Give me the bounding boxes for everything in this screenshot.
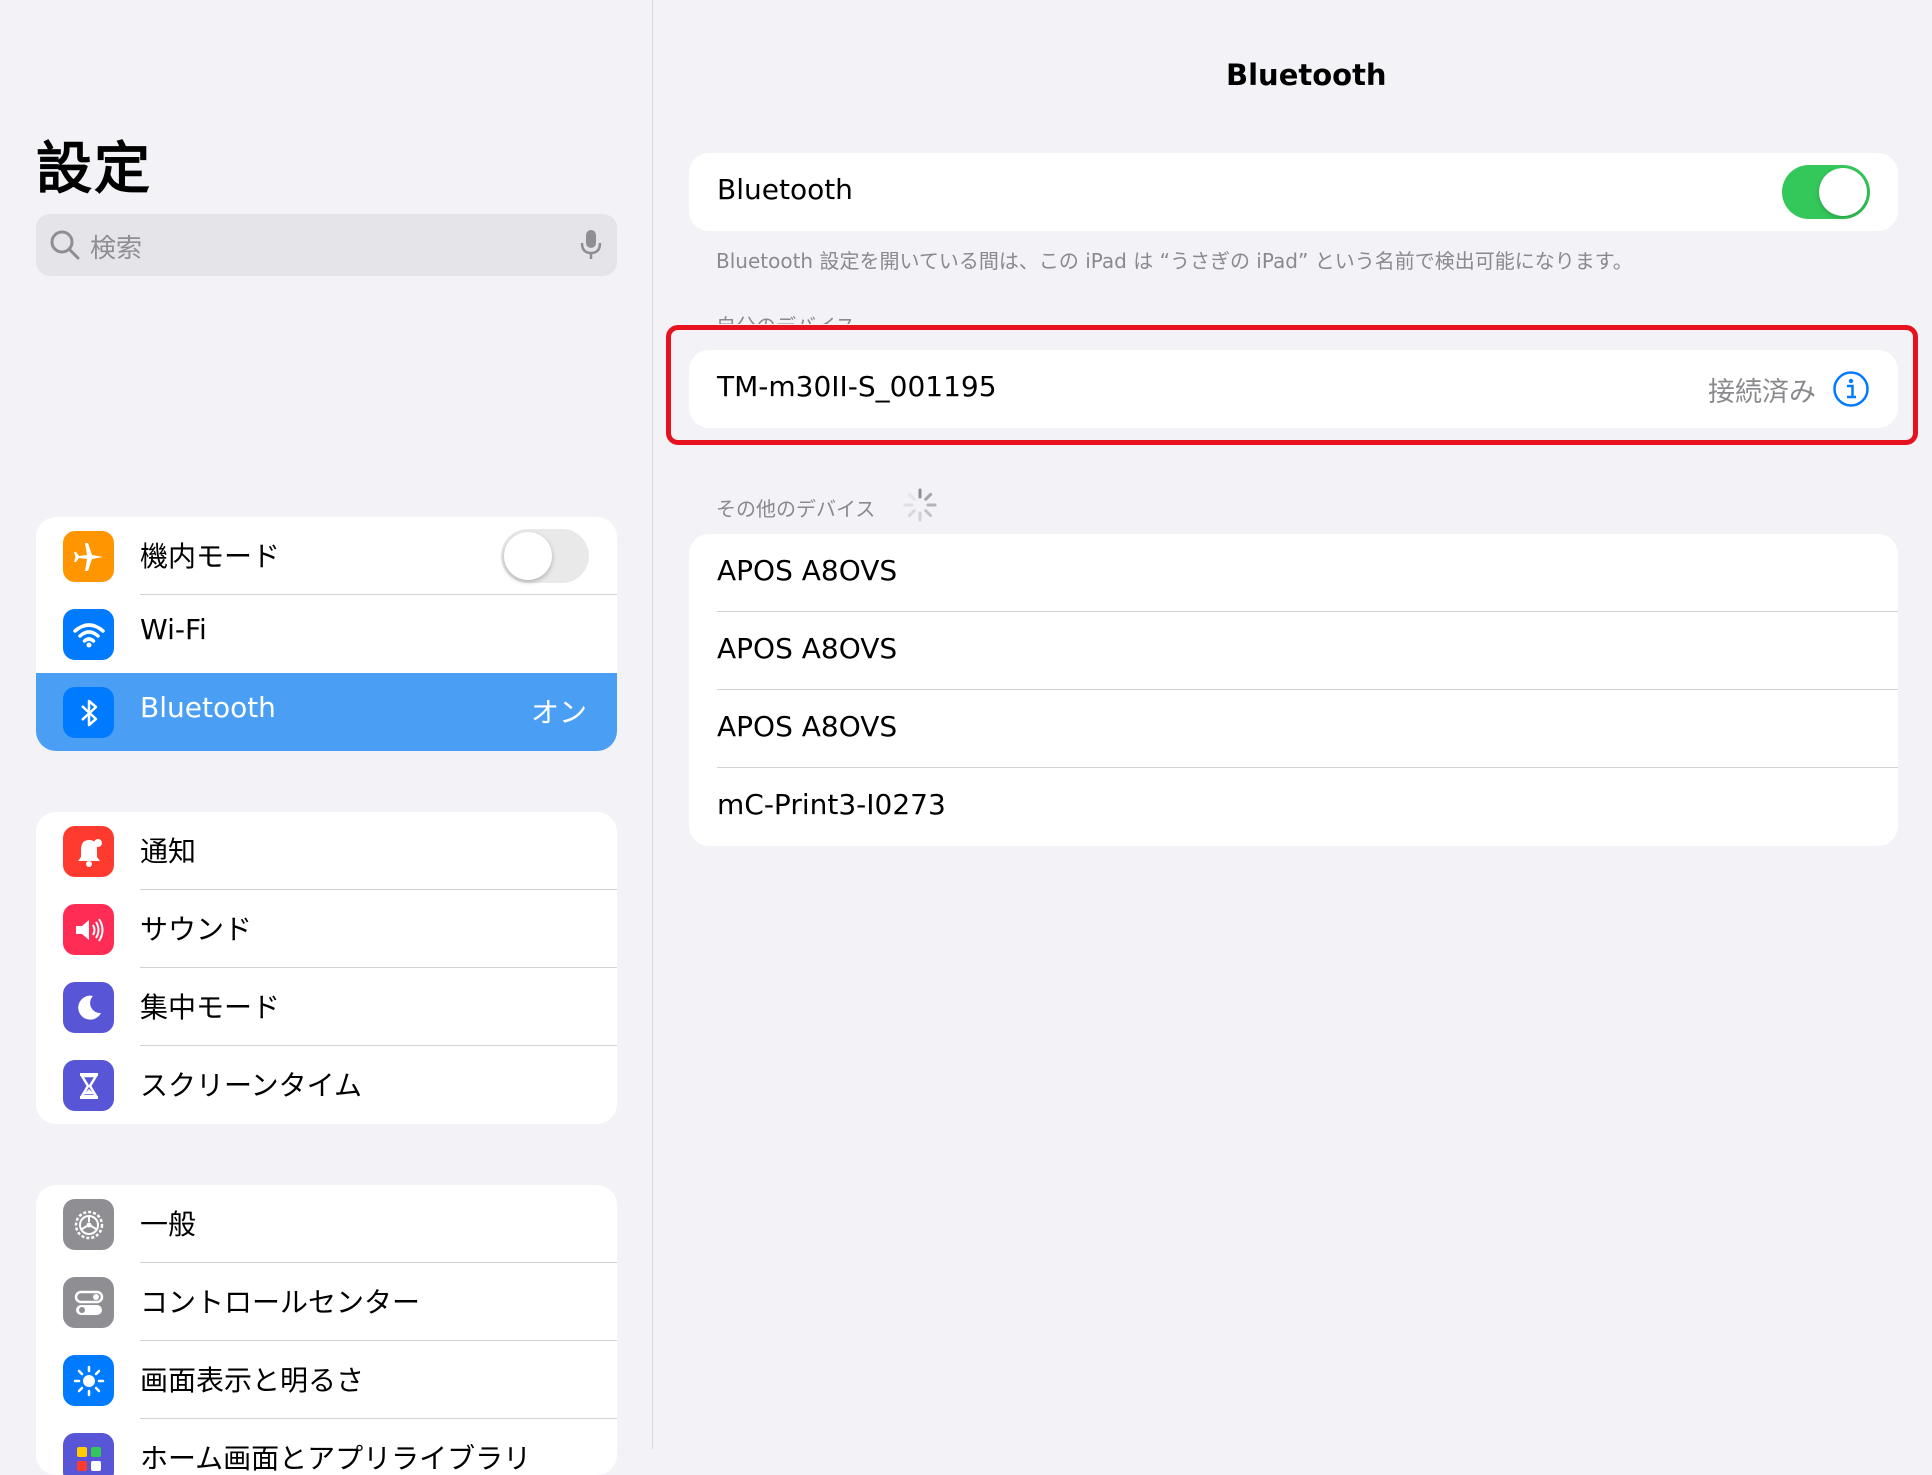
toggles-icon bbox=[63, 1277, 114, 1328]
sun-icon bbox=[63, 1355, 114, 1406]
search-placeholder: 検索 bbox=[90, 234, 143, 264]
other-devices-header: その他のデバイス bbox=[716, 497, 876, 521]
device-name: APOS A8OVS bbox=[717, 710, 898, 743]
sidebar-item-general[interactable]: 一般 bbox=[36, 1185, 617, 1263]
wifi-icon bbox=[63, 609, 114, 660]
sidebar-item-display[interactable]: 画面表示と明るさ bbox=[36, 1341, 617, 1419]
apps-grid-icon bbox=[63, 1433, 114, 1475]
microphone-icon[interactable] bbox=[579, 228, 603, 266]
bluetooth-icon bbox=[63, 687, 114, 738]
sidebar-item-airplane-mode[interactable]: 機内モード bbox=[36, 517, 617, 595]
sidebar-item-label: スクリーンタイム bbox=[140, 1069, 363, 1102]
other-devices-card: APOS A8OVS APOS A8OVS APOS A8OVS mC-Prin… bbox=[689, 534, 1898, 846]
bluetooth-toggle[interactable] bbox=[1782, 165, 1870, 219]
sidebar-item-focus[interactable]: 集中モード bbox=[36, 968, 617, 1046]
sidebar-item-label: 通知 bbox=[140, 835, 197, 868]
device-row[interactable]: APOS A8OVS bbox=[689, 690, 1898, 768]
device-name: APOS A8OVS bbox=[717, 632, 898, 665]
gear-icon bbox=[63, 1199, 114, 1250]
sidebar-item-screen-time[interactable]: スクリーンタイム bbox=[36, 1046, 617, 1124]
sidebar-item-label: 一般 bbox=[140, 1208, 197, 1241]
hourglass-icon bbox=[63, 1060, 114, 1111]
sidebar-item-label: コントロールセンター bbox=[140, 1286, 421, 1319]
device-row[interactable]: mC-Print3-I0273 bbox=[689, 768, 1898, 846]
my-devices-header: 自分のデバイス bbox=[716, 310, 855, 324]
device-row[interactable]: APOS A8OVS bbox=[689, 534, 1898, 612]
device-name: APOS A8OVS bbox=[717, 554, 898, 587]
bluetooth-discoverable-note: Bluetooth 設定を開いている間は、この iPad は “うさぎの iPa… bbox=[716, 249, 1633, 273]
bluetooth-status-value: オン bbox=[530, 696, 587, 729]
bell-icon bbox=[63, 826, 114, 877]
airplane-icon bbox=[63, 531, 114, 582]
settings-group-general: 一般 コントロールセンター 画面表示と明るさ ホーム画面とアプリライブラリ bbox=[36, 1185, 617, 1475]
airplane-mode-toggle[interactable] bbox=[501, 529, 589, 583]
sidebar-item-bluetooth[interactable]: Bluetooth オン bbox=[36, 673, 617, 751]
loading-spinner-icon bbox=[902, 487, 938, 527]
settings-group-notifications: 通知 サウンド 集中モード スクリーンタイム bbox=[36, 812, 617, 1124]
sidebar: 設定 検索 機内モード Wi-Fi Bluetooth オン 通知 サウンド 集… bbox=[0, 0, 653, 1475]
sidebar-item-notifications[interactable]: 通知 bbox=[36, 812, 617, 890]
page-title: Bluetooth bbox=[1226, 58, 1387, 92]
settings-group-connectivity: 機内モード Wi-Fi Bluetooth オン bbox=[36, 517, 617, 751]
highlight-box bbox=[666, 325, 1918, 445]
search-field[interactable]: 検索 bbox=[36, 214, 617, 276]
bluetooth-toggle-label: Bluetooth bbox=[717, 173, 853, 206]
sidebar-item-label: ホーム画面とアプリライブラリ bbox=[140, 1442, 532, 1475]
sidebar-item-label: 画面表示と明るさ bbox=[140, 1364, 365, 1397]
sidebar-item-sounds[interactable]: サウンド bbox=[36, 890, 617, 968]
bluetooth-toggle-card: Bluetooth bbox=[689, 153, 1898, 231]
sidebar-item-label: 機内モード bbox=[140, 540, 281, 573]
bluetooth-toggle-row: Bluetooth bbox=[689, 153, 1898, 231]
sidebar-item-label: 集中モード bbox=[140, 991, 281, 1024]
sidebar-item-label: Bluetooth bbox=[140, 691, 276, 724]
device-name: mC-Print3-I0273 bbox=[717, 788, 946, 821]
device-row[interactable]: APOS A8OVS bbox=[689, 612, 1898, 690]
sidebar-item-home-screen[interactable]: ホーム画面とアプリライブラリ bbox=[36, 1419, 617, 1475]
sidebar-item-label: サウンド bbox=[140, 913, 253, 946]
moon-icon bbox=[63, 982, 114, 1033]
search-icon bbox=[48, 228, 82, 266]
sidebar-item-wifi[interactable]: Wi-Fi bbox=[36, 595, 617, 673]
speaker-icon bbox=[63, 904, 114, 955]
sidebar-item-control-center[interactable]: コントロールセンター bbox=[36, 1263, 617, 1341]
sidebar-item-label: Wi-Fi bbox=[140, 613, 207, 646]
sidebar-title: 設定 bbox=[36, 137, 152, 202]
